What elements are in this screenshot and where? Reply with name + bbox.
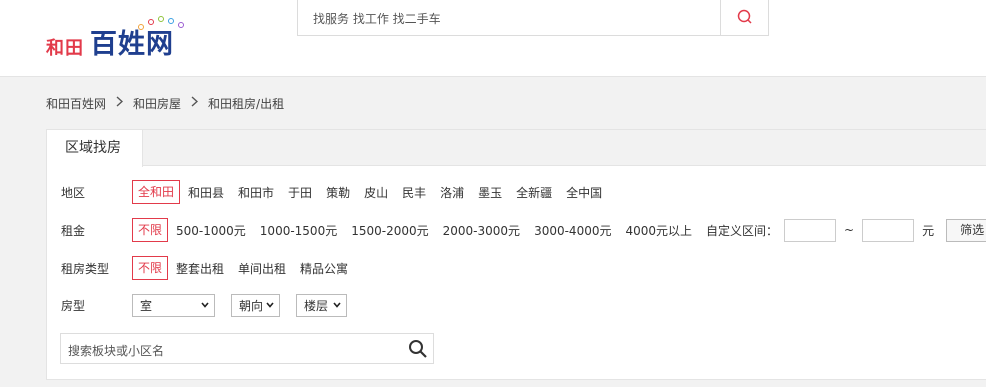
filter-option[interactable]: 洛浦 (440, 184, 464, 201)
site-header: 和田 百姓网 找服务 找工作 找二手车 (0, 0, 986, 77)
filter-row-rent: 租金 不限 500-1000元 1000-1500元 1500-2000元 20… (61, 217, 986, 243)
price-unit: 元 (922, 223, 935, 238)
keyword-search-input[interactable]: 搜索板块或小区名 (68, 342, 164, 359)
filter-option[interactable]: 不限 (132, 218, 169, 242)
filter-option[interactable]: 和田市 (238, 184, 274, 201)
chevron-down-icon (333, 302, 341, 308)
filter-option[interactable]: 不限 (132, 256, 169, 280)
filter-option[interactable]: 墨玉 (478, 184, 502, 201)
breadcrumb-house[interactable]: 和田房屋 (133, 95, 181, 112)
chevron-right-icon (116, 96, 124, 110)
filter-row-layout: 房型 室 朝向 楼层 (61, 292, 363, 318)
filter-option[interactable]: 3000-4000元 (534, 222, 611, 239)
filter-button[interactable]: 筛选 (946, 218, 986, 242)
filter-label: 地区 (61, 185, 86, 200)
filter-option[interactable]: 单间出租 (238, 260, 286, 277)
room-select[interactable]: 室 (132, 293, 215, 317)
breadcrumb: 和田百姓网 和田房屋 和田租房/出租 (46, 95, 284, 111)
filter-panel: 区域找房 地区 全和田 和田县 和田市 于田 策勒 皮山 民丰 洛浦 墨玉 全新… (46, 129, 986, 380)
filter-option[interactable]: 1000-1500元 (260, 222, 337, 239)
breadcrumb-home[interactable]: 和田百姓网 (46, 95, 106, 112)
tab-bar: 区域找房 (47, 130, 986, 167)
chevron-down-icon (201, 302, 209, 308)
filter-option[interactable]: 精品公寓 (300, 260, 348, 277)
floor-select-value: 楼层 (304, 298, 329, 313)
filter-option[interactable]: 民丰 (402, 184, 426, 201)
custom-range-label: 自定义区间： (706, 223, 779, 238)
tab-area-search[interactable]: 区域找房 (47, 130, 143, 167)
orientation-select-value: 朝向 (239, 298, 264, 313)
logo-city: 和田 (46, 38, 84, 59)
header-search: 找服务 找工作 找二手车 (297, 0, 769, 36)
search-button[interactable] (720, 0, 768, 35)
filter-option[interactable]: 于田 (288, 184, 312, 201)
logo-dots-icon (138, 16, 198, 32)
filter-label: 房型 (61, 298, 86, 313)
filter-label: 租金 (61, 223, 86, 238)
room-select-value: 室 (140, 298, 153, 313)
orientation-select[interactable]: 朝向 (231, 293, 280, 317)
filter-option[interactable]: 和田县 (188, 184, 224, 201)
filter-option[interactable]: 全中国 (566, 184, 602, 201)
chevron-down-icon (266, 302, 274, 308)
search-icon (737, 9, 752, 24)
breadcrumb-current[interactable]: 和田租房/出租 (208, 95, 284, 112)
price-max-input[interactable] (862, 218, 915, 242)
filter-option[interactable]: 1500-2000元 (351, 222, 428, 239)
search-icon[interactable] (408, 339, 428, 359)
chevron-right-icon (191, 96, 199, 110)
filter-option[interactable]: 策勒 (326, 184, 350, 201)
filter-option[interactable]: 全新疆 (516, 184, 552, 201)
search-input[interactable]: 找服务 找工作 找二手车 (313, 10, 441, 27)
filter-option[interactable]: 2000-3000元 (443, 222, 520, 239)
filter-option[interactable]: 4000元以上 (625, 222, 692, 239)
range-separator: ~ (844, 223, 855, 237)
keyword-search[interactable]: 搜索板块或小区名 (60, 333, 434, 364)
filter-row-type: 租房类型 不限 整套出租 单间出租 精品公寓 (61, 255, 362, 281)
filter-option[interactable]: 500-1000元 (176, 222, 246, 239)
price-min-input[interactable] (784, 218, 837, 242)
filter-option[interactable]: 全和田 (132, 180, 181, 204)
floor-select[interactable]: 楼层 (296, 293, 347, 317)
filter-row-region: 地区 全和田 和田县 和田市 于田 策勒 皮山 民丰 洛浦 墨玉 全新疆 全中国 (61, 179, 616, 205)
filter-option[interactable]: 整套出租 (176, 260, 224, 277)
filter-label: 租房类型 (61, 261, 110, 276)
filter-option[interactable]: 皮山 (364, 184, 388, 201)
